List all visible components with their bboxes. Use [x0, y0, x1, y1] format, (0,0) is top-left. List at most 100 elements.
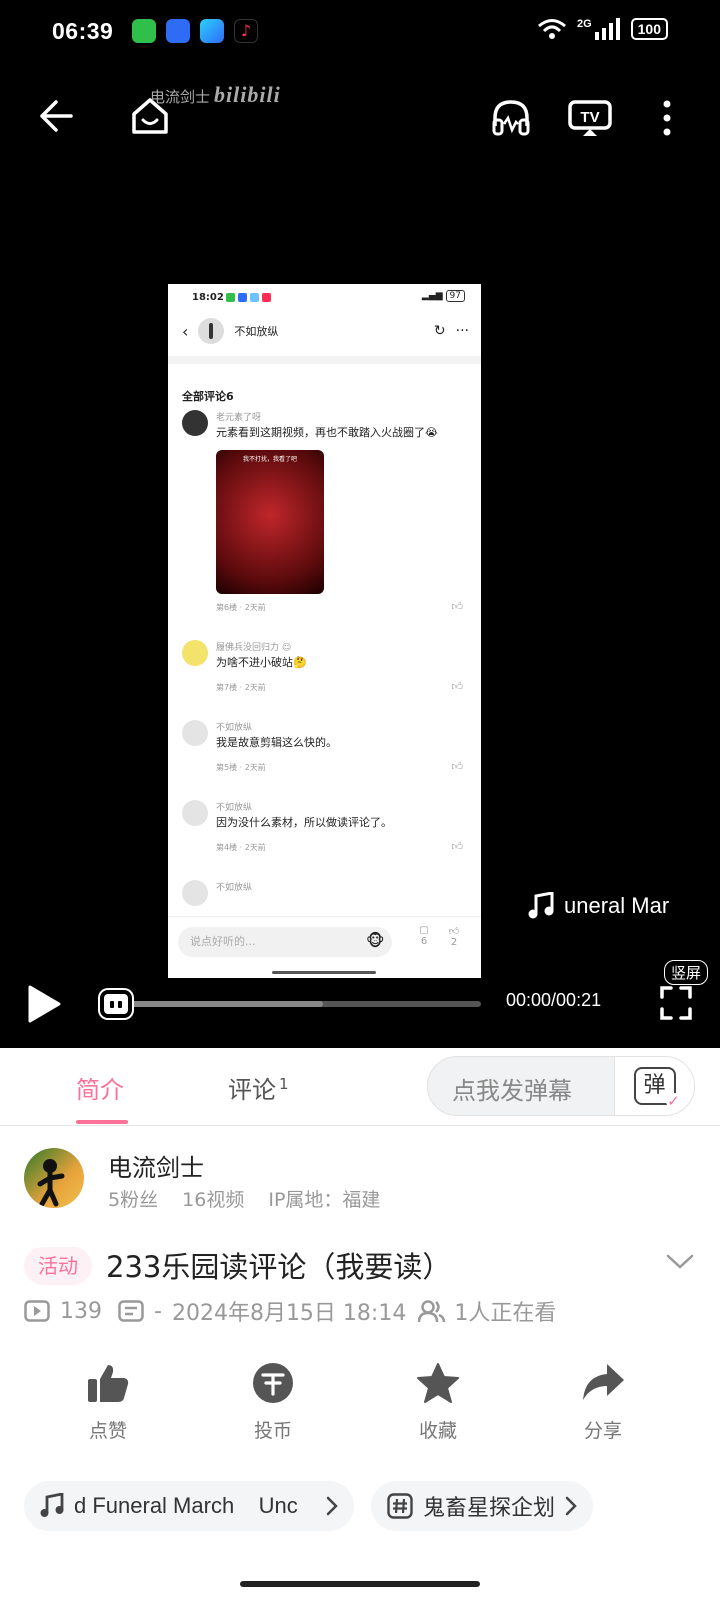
battery-indicator: 100 [630, 18, 668, 40]
inner-like-icon: 👍︎ [451, 600, 464, 613]
playback-time: 00:00/00:21 [506, 990, 602, 1010]
inner-comment: 老元素了呀 元素看到这期视频，再也不敢踏入火战圈了😭 我不打扰，我看了吧 第6楼… [182, 410, 467, 613]
inner-like-count: 👍︎ 2 [448, 926, 460, 948]
uploader-meta: 5粉丝 16视频 IP属地：福建 [108, 1185, 380, 1212]
danmaku-placeholder: 点我发弹幕 [452, 1077, 572, 1105]
progress-fill [122, 1001, 324, 1007]
coin-icon [253, 1363, 293, 1403]
danmaku-count-icon [118, 1300, 144, 1322]
inner-avatar [198, 318, 225, 344]
inner-comment-count: ▢ 6 [419, 925, 429, 947]
uploader-ip: IP属地：福建 [268, 1189, 381, 1211]
coin-button[interactable]: 投币 [223, 1362, 323, 1443]
progress-bar[interactable] [122, 1001, 481, 1007]
viewers-icon [418, 1300, 446, 1323]
video-frame: 18:02 ▂▄▆ 97 ‹ 不如放纵 ↻ ··· 全部评论6 老元素了呀 元素… [168, 284, 481, 978]
play-icon[interactable] [26, 984, 62, 1024]
uploader-fans: 5粉丝 [108, 1189, 159, 1211]
watermark: 电流剑士 bilibili [150, 82, 281, 107]
coin-label: 投币 [253, 1420, 292, 1442]
tab-intro[interactable]: 简介 [76, 1070, 124, 1105]
inner-comments-title: 全部评论6 [182, 390, 234, 403]
inner-comment: 履佛兵没回归力 ☺ 为啥不进小破站🤔 第7楼 · 2天前 👍︎ [182, 640, 467, 700]
inner-more-icon: ··· [455, 323, 469, 339]
headphones-icon[interactable] [491, 98, 531, 138]
inner-comment: 不如放纵 我是故意剪辑这么快的。 第5楼 · 2天前 👍︎ [182, 720, 467, 780]
play-count-icon [24, 1300, 50, 1322]
share-button[interactable]: 分享 [553, 1362, 653, 1443]
inner-like-icon: 👍︎ [451, 840, 464, 853]
uploader-avatar[interactable] [24, 1148, 84, 1208]
danmaku-input[interactable]: 点我发弹幕 弹 ✓ [427, 1056, 695, 1116]
vertical-mode-badge[interactable]: 竖屏 [664, 960, 709, 985]
tab-comments-count: 1 [279, 1075, 289, 1093]
tab-indicator [76, 1120, 128, 1124]
star-icon [417, 1363, 459, 1403]
inner-like-icon: 👍︎ [451, 760, 464, 773]
danmaku-icon: 弹 ✓ [633, 1067, 682, 1109]
inner-status-time: 18:02 [192, 292, 224, 303]
inner-header-name: 不如放纵 [234, 325, 279, 338]
topic-chip-label: 鬼畜星探企划 [423, 1496, 556, 1521]
more-options-icon[interactable] [662, 98, 672, 138]
iqiyi-app-icon [132, 19, 156, 43]
tv-cast-icon[interactable]: TV [568, 98, 612, 138]
watching-now: 1人正在看 [454, 1301, 557, 1326]
inner-comment-avatar [182, 880, 208, 906]
uploader-videos: 16视频 [182, 1189, 245, 1211]
play-count: 139 [60, 1298, 102, 1324]
music-note-icon [528, 892, 554, 919]
inner-back-icon: ‹ [182, 321, 189, 341]
network-type: 2G [576, 18, 592, 30]
back-arrow-icon[interactable] [38, 98, 74, 134]
baidu-app-icon [166, 19, 190, 43]
inner-comment-avatar [182, 800, 208, 826]
uploader-name[interactable]: 电流剑士 [108, 1148, 204, 1183]
video-player[interactable]: 06:39 ♪ 2G 100 电流剑士 bilibili TV 18:02 ▂▄… [0, 0, 720, 1048]
topic-hash-icon [387, 1493, 413, 1519]
inner-app-icons [226, 293, 271, 302]
music-chip[interactable]: d Funeral March Unc [24, 1481, 354, 1531]
chevron-right-icon [326, 1496, 338, 1516]
inner-comment: 不如放纵 [182, 880, 467, 910]
inner-like-icon: 👍︎ [451, 680, 464, 693]
share-label: 分享 [583, 1420, 622, 1442]
inner-comment-bar: 说点好听的... 🐵 ▢ 6 👍︎ 2 [168, 916, 481, 978]
activity-tag[interactable]: 活动 [24, 1247, 92, 1285]
publish-date: 2024年8月15日 18:14 [171, 1301, 407, 1326]
inner-comment: 不如放纵 因为没什么素材，所以做读评论了。 第4楼 · 2天前 👍︎ [182, 800, 467, 860]
song-title: uneral Mar [564, 893, 670, 918]
svg-text:TV: TV [580, 109, 599, 126]
inner-battery: ▂▄▆ 97 [422, 290, 465, 302]
wifi-icon [537, 19, 566, 39]
chevron-right-icon [565, 1496, 577, 1516]
video-title: 233乐园读评论（我要读） [106, 1250, 452, 1284]
inner-divider [168, 356, 481, 364]
inner-comment-image: 我不打扰，我看了吧 [216, 450, 324, 594]
video-stats: 139 - 2024年8月15日 18:14 1人正在看 [24, 1295, 556, 1327]
like-button[interactable]: 点赞 [58, 1362, 158, 1443]
chevron-down-icon[interactable] [666, 1254, 694, 1270]
music-note-icon [40, 1493, 64, 1517]
thumbs-up-icon [88, 1365, 129, 1402]
music-chip-label: d Funeral March Unc [74, 1493, 298, 1518]
home-indicator[interactable] [240, 1581, 480, 1587]
favorite-button[interactable]: 收藏 [388, 1362, 488, 1443]
fullscreen-icon[interactable] [660, 986, 692, 1020]
danmaku-toggle-button[interactable]: 弹 ✓ [614, 1057, 694, 1115]
favorite-label: 收藏 [418, 1420, 457, 1442]
tab-comments[interactable]: 评论 1 [228, 1070, 289, 1105]
avatar-figure-icon [37, 1159, 65, 1207]
danmaku-count: - [154, 1298, 162, 1324]
tiktok-app-icon: ♪ [234, 19, 258, 43]
inner-share-icon: ↻ [433, 323, 446, 339]
inner-comment-avatar [182, 410, 208, 436]
inner-comment-avatar [182, 640, 208, 666]
inner-emoji-icon: 🐵 [366, 931, 385, 950]
progress-thumb[interactable] [100, 990, 132, 1018]
topic-chip[interactable]: 鬼畜星探企划 [371, 1481, 594, 1531]
inner-comment-input: 说点好听的... [178, 927, 392, 957]
inner-comment-avatar [182, 720, 208, 746]
inner-header: ‹ 不如放纵 ↻ ··· [182, 314, 469, 348]
song-marquee[interactable]: uneral Mar [528, 892, 669, 920]
